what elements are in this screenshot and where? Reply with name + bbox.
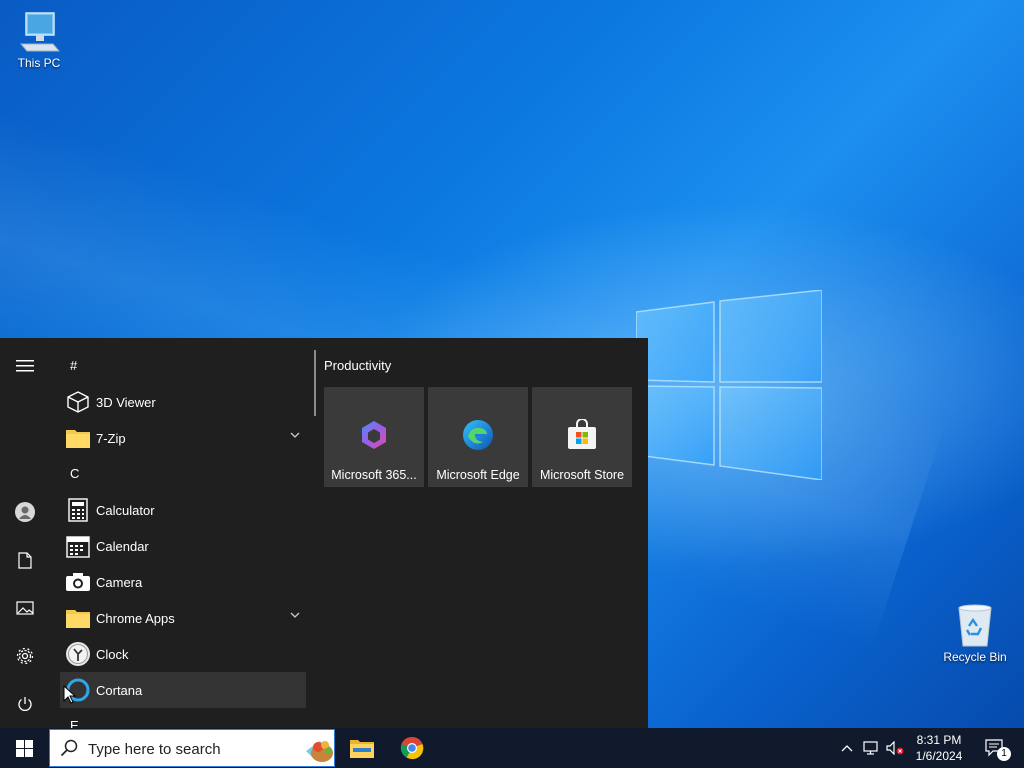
edge-icon	[463, 420, 493, 450]
app-label: 3D Viewer	[96, 394, 156, 410]
tile-microsoft-edge[interactable]: Microsoft Edge	[428, 387, 528, 487]
network-button[interactable]	[860, 728, 882, 768]
app-label: Cortana	[96, 682, 143, 698]
tile-group-title[interactable]: Productivity	[324, 358, 391, 373]
letter-header[interactable]: C	[60, 456, 310, 492]
chevron-down-icon	[290, 432, 300, 438]
this-pc-icon	[19, 12, 61, 52]
store-icon	[568, 419, 596, 449]
power-icon	[18, 697, 32, 711]
taskbar: Type here to search 8:31 PM 1/6/2024 1	[0, 728, 1024, 768]
documents-button[interactable]	[0, 540, 50, 580]
app-list: # 3D Viewer 7-Zip C Calculator Calendar …	[60, 348, 310, 728]
letter-header[interactable]: E	[60, 708, 310, 728]
volume-muted-icon	[886, 741, 904, 755]
app-camera[interactable]: Camera	[60, 564, 310, 600]
taskbar-chrome[interactable]	[388, 728, 436, 768]
folder-icon	[62, 422, 94, 454]
taskbar-search-box[interactable]: Type here to search	[49, 729, 335, 767]
app-calculator[interactable]: Calculator	[60, 492, 310, 528]
app-label: Chrome Apps	[96, 610, 175, 626]
user-account-button[interactable]	[0, 492, 50, 532]
app-label: Calculator	[96, 502, 155, 518]
calendar-icon	[62, 530, 94, 562]
taskbar-file-explorer[interactable]	[338, 728, 386, 768]
start-button[interactable]	[0, 728, 48, 768]
tiles-area: Productivity Microsoft 365... Microsoft …	[324, 338, 644, 728]
desktop-icon-label: Recycle Bin	[943, 650, 1007, 664]
power-button[interactable]	[0, 684, 50, 724]
tile-microsoft-365[interactable]: Microsoft 365...	[324, 387, 424, 487]
desktop-icon-label: This PC	[17, 56, 61, 70]
tile-label: Microsoft 365...	[331, 468, 417, 482]
search-highlight-art-icon	[311, 741, 333, 762]
action-center-button[interactable]: 1	[980, 728, 1011, 768]
settings-button[interactable]	[0, 636, 50, 676]
clock-time: 8:31 PM	[916, 733, 962, 747]
app-label: Clock	[96, 646, 129, 662]
tile-label: Microsoft Edge	[436, 468, 520, 482]
folder-icon	[62, 602, 94, 634]
clock-date: 1/6/2024	[915, 749, 963, 763]
microsoft-365-icon	[362, 421, 386, 449]
recycle-bin-icon	[958, 604, 992, 647]
search-placeholder: Type here to search	[88, 741, 221, 758]
wallpaper-windows-logo	[636, 290, 822, 480]
camera-icon	[62, 566, 94, 598]
chevron-down-icon	[290, 612, 300, 618]
taskbar-clock[interactable]: 8:31 PM 1/6/2024	[908, 732, 970, 764]
windows-logo-icon	[15, 739, 33, 757]
show-hidden-icons-button[interactable]	[836, 728, 858, 768]
notification-count-badge: 1	[997, 747, 1011, 761]
app-chrome-apps-folder[interactable]: Chrome Apps	[60, 600, 310, 636]
pictures-icon	[16, 601, 34, 615]
3d-viewer-icon	[62, 386, 94, 418]
app-calendar[interactable]: Calendar	[60, 528, 310, 564]
app-cortana[interactable]: Cortana	[60, 672, 306, 708]
hamburger-icon	[16, 360, 34, 372]
desktop-icon-recycle-bin[interactable]: Recycle Bin	[938, 602, 1012, 664]
app-clock[interactable]: Clock	[60, 636, 310, 672]
search-icon	[60, 739, 78, 757]
start-rail	[0, 338, 50, 728]
chevron-up-icon	[841, 745, 853, 752]
chrome-icon	[400, 736, 424, 760]
expand-menu-button[interactable]	[0, 346, 50, 386]
file-explorer-icon	[350, 740, 374, 758]
desktop-icon-this-pc[interactable]: This PC	[2, 10, 76, 70]
app-3d-viewer[interactable]: 3D Viewer	[60, 384, 310, 420]
letter-header[interactable]: #	[60, 348, 310, 384]
network-icon	[863, 741, 878, 755]
pictures-button[interactable]	[0, 588, 50, 628]
calculator-icon	[62, 494, 94, 526]
mouse-cursor-icon	[63, 685, 77, 704]
start-menu: # 3D Viewer 7-Zip C Calculator Calendar …	[0, 338, 648, 728]
app-label: Calendar	[96, 538, 149, 554]
app-7-zip-folder[interactable]: 7-Zip	[60, 420, 310, 456]
tile-label: Microsoft Store	[539, 468, 625, 482]
user-account-icon	[15, 502, 35, 522]
app-list-scrollbar[interactable]	[314, 350, 316, 416]
clock-icon	[62, 638, 94, 670]
tile-microsoft-store[interactable]: Microsoft Store	[532, 387, 632, 487]
app-label: Camera	[96, 574, 143, 590]
settings-icon	[16, 647, 34, 665]
documents-icon	[18, 551, 32, 569]
volume-button[interactable]	[884, 728, 906, 768]
app-label: 7-Zip	[96, 430, 126, 446]
